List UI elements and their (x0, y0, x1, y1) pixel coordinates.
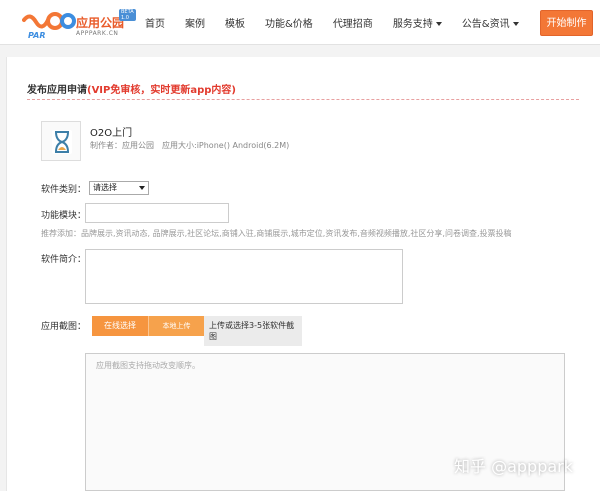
svg-text:PAR: PAR (28, 31, 45, 40)
intro-textarea[interactable] (85, 249, 403, 304)
app-icon (41, 121, 81, 161)
nav-agent[interactable]: 代理招商 (333, 15, 373, 30)
local-upload-button[interactable]: 本地上传 (148, 316, 204, 336)
nav-home[interactable]: 首页 (145, 15, 165, 30)
top-header: PAR 应用公园 APPPARK.CN BETA 1.0 首页 案例 模板 功能… (0, 0, 600, 45)
module-input[interactable] (85, 203, 229, 223)
recommend-hint: 推荐添加：品牌展示,资讯动态, 品牌展示,社区论坛,商铺入驻,商铺展示,城市定位… (41, 229, 512, 238)
vip-note: (VIP免审核，实时更新app内容) (87, 85, 236, 96)
nav-features-pricing[interactable]: 功能&价格 (265, 15, 313, 30)
nav-service-support[interactable]: 服务支持 (393, 15, 442, 30)
beta-badge: BETA 1.0 (119, 9, 136, 21)
page-title: 发布应用申请(VIP免审核，实时更新app内容) (27, 85, 236, 96)
title-divider (27, 99, 579, 100)
app-park-logo[interactable]: PAR 应用公园 APPPARK.CN BETA 1.0 (22, 8, 136, 40)
app-name: O2O上门 (90, 128, 133, 139)
zhihu-watermark: 知乎 @apppark (454, 457, 574, 476)
screenshot-label: 应用截图： (41, 322, 87, 332)
category-label: 软件类别： (41, 185, 87, 195)
nav-cases[interactable]: 案例 (185, 15, 205, 30)
chevron-down-icon (435, 22, 442, 26)
logo-subtitle: APPPARK.CN (76, 30, 119, 37)
hourglass-icon (52, 130, 72, 154)
chevron-down-icon (512, 22, 519, 26)
logo-mark-icon: PAR (22, 12, 76, 40)
chevron-down-icon (139, 186, 145, 190)
nav-announcements[interactable]: 公告&资讯 (462, 15, 519, 30)
intro-label: 软件简介： (41, 255, 87, 265)
upload-tip: 上传或选择3-5张软件截图 (204, 316, 302, 346)
category-select[interactable]: 请选择 (89, 181, 149, 195)
online-select-button[interactable]: 在线选择 (92, 316, 148, 336)
module-label: 功能模块： (41, 211, 87, 221)
publish-form-panel: 发布应用申请(VIP免审核，实时更新app内容) O2O上门 制作者：应用公园 … (6, 57, 600, 491)
screenshots-placeholder: 应用截图支持拖动改变顺序。 (96, 361, 200, 370)
nav-templates[interactable]: 模板 (225, 15, 245, 30)
logo-name: 应用公园 (76, 16, 125, 30)
app-meta: 制作者：应用公园 应用大小:iPhone() Android(6.2M) (90, 141, 290, 150)
start-making-button[interactable]: 开始制作 (540, 10, 593, 36)
main-nav: 首页 案例 模板 功能&价格 代理招商 服务支持 公告&资讯 (145, 0, 539, 45)
